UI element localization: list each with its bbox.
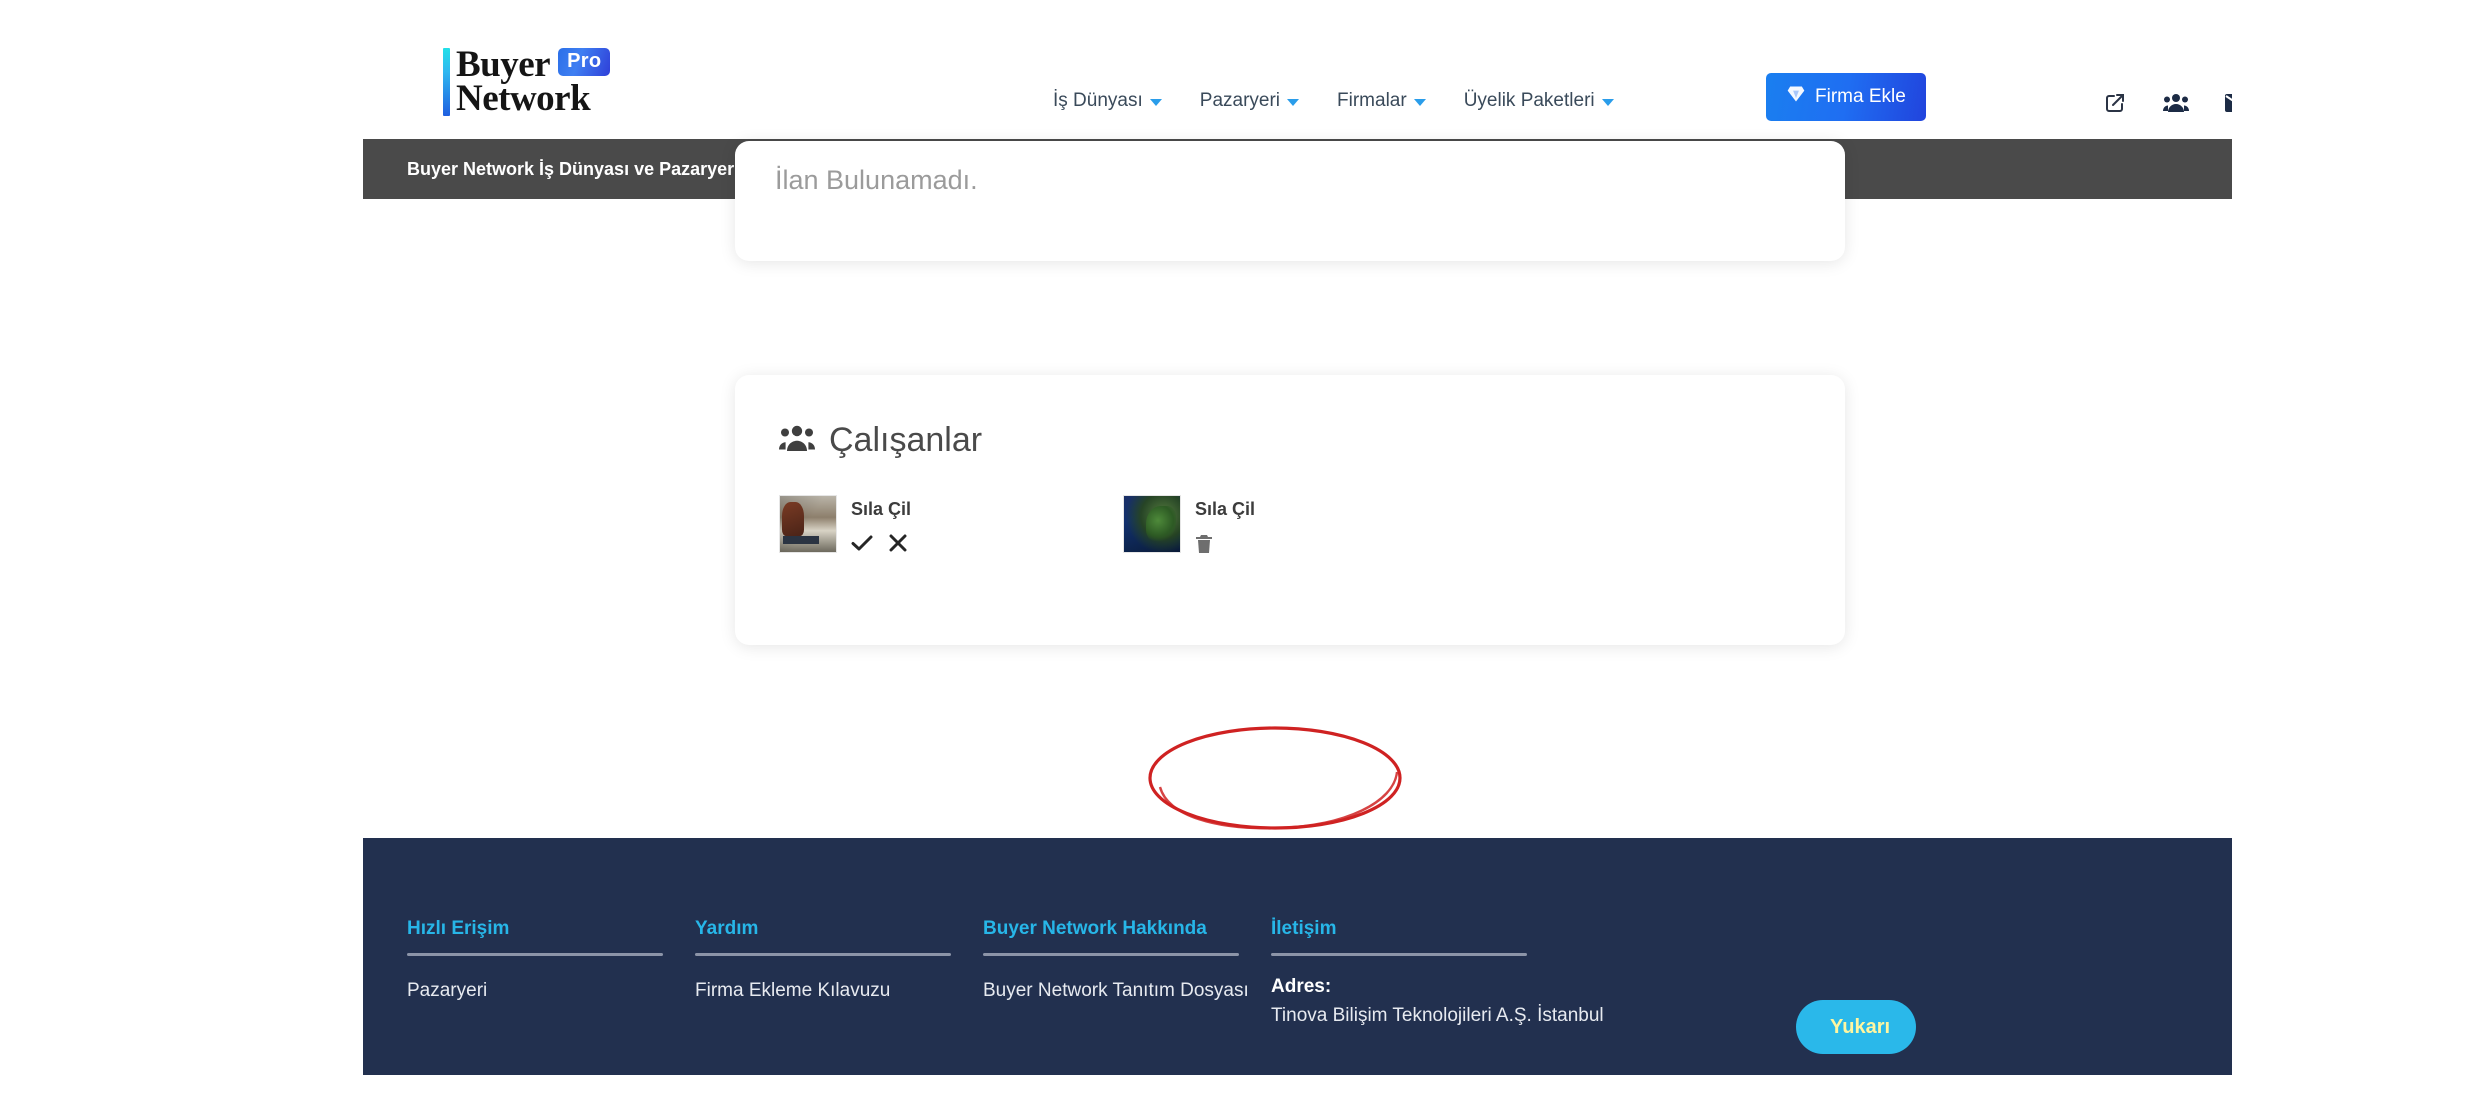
nav-item-is-dunyasi[interactable]: İş Dünyası	[1053, 90, 1162, 112]
footer-link-tanitim-dosyasi[interactable]: Buyer Network Tanıtım Dosyası	[983, 980, 1249, 1002]
footer-column-iletisim: İletişim Adres: Tinova Bilişim Teknoloji…	[1271, 918, 1604, 1027]
footer-column-yardim: Yardım Firma Ekleme Kılavuzu	[695, 918, 983, 1027]
employee-card-2[interactable]: Sıla Çil	[1123, 495, 1255, 554]
external-link-icon[interactable]	[2103, 91, 2127, 115]
header-icon-bar: Sıla Çil	[2103, 80, 2232, 126]
employee-photo	[1123, 495, 1182, 553]
chevron-down-icon	[1413, 99, 1426, 106]
breadcrumb-company: Buyer Network İş Dünyası ve Pazaryeri	[407, 158, 740, 179]
employee-name: Sıla Çil	[851, 499, 912, 519]
employee-photo	[779, 495, 837, 553]
nav-item-label: Üyelik Paketleri	[1463, 90, 1595, 111]
logo-line-2: Network	[456, 78, 591, 120]
footer-divider	[695, 953, 951, 956]
employee-info: Sıla Çil	[851, 495, 911, 552]
logo-pro-badge: Pro	[558, 48, 611, 77]
reject-icon[interactable]	[889, 534, 907, 552]
footer-column-title: İletişim	[1271, 918, 1337, 939]
employee-actions	[1195, 534, 1255, 554]
nav-item-firmalar[interactable]: Firmalar	[1337, 90, 1426, 112]
footer-column-title: Yardım	[695, 918, 759, 939]
footer-link-pazaryeri[interactable]: Pazaryeri	[407, 980, 663, 1002]
gem-icon	[1786, 84, 1806, 110]
footer-column-title: Buyer Network Hakkında	[983, 918, 1207, 939]
nav-item-label: Pazaryeri	[1199, 90, 1281, 111]
users-group-icon	[779, 423, 815, 458]
employee-actions	[851, 534, 911, 552]
footer-address-label: Adres:	[1271, 976, 1332, 997]
logo-line-1: Buyer	[456, 44, 551, 85]
site-header: Buyer Pro Network İş Dünyası Pazaryeri F…	[363, 0, 2232, 152]
footer-divider	[1271, 953, 1527, 956]
red-ellipse-annotation	[1148, 726, 1402, 830]
employees-card: Çalışanlar Sıla Çil Sıla Çil	[735, 375, 1845, 645]
employee-name: Sıla Çil	[1195, 499, 1256, 519]
site-footer: Hızlı Erişim Pazaryeri Yardım Firma Ekle…	[363, 838, 2232, 1075]
nav-item-label: İş Dünyası	[1053, 90, 1143, 111]
jobs-empty-message: İlan Bulunamadı.	[775, 165, 978, 195]
nav-item-pazaryeri[interactable]: Pazaryeri	[1199, 90, 1300, 112]
footer-column-hakkinda: Buyer Network Hakkında Buyer Network Tan…	[983, 918, 1271, 1027]
add-company-label: Firma Ekle	[1815, 86, 1906, 107]
main-navigation: İş Dünyası Pazaryeri Firmalar Üyelik Pak…	[1053, 90, 1614, 112]
employees-section-header: Çalışanlar	[779, 421, 982, 460]
nav-item-label: Firmalar	[1337, 90, 1407, 111]
footer-divider	[983, 953, 1239, 956]
employee-info: Sıla Çil	[1195, 495, 1255, 554]
logo-wordmark: Buyer Pro Network	[456, 44, 611, 120]
nav-item-uyelik-paketleri[interactable]: Üyelik Paketleri	[1464, 90, 1614, 112]
footer-divider	[407, 953, 663, 956]
add-company-button[interactable]: Firma Ekle	[1766, 73, 1926, 121]
footer-columns: Hızlı Erişim Pazaryeri Yardım Firma Ekle…	[407, 918, 1604, 1027]
envelope-icon[interactable]	[2225, 93, 2232, 113]
users-group-icon[interactable]	[2163, 91, 2189, 115]
chevron-down-icon	[1287, 99, 1300, 106]
footer-link-firma-ekleme-kilavuzu[interactable]: Firma Ekleme Kılavuzu	[695, 980, 951, 1002]
employees-section-title: Çalışanlar	[829, 421, 983, 459]
footer-address-value: Tinova Bilişim Teknolojileri A.Ş. İstanb…	[1271, 1005, 1604, 1026]
site-logo[interactable]: Buyer Pro Network	[443, 44, 611, 120]
logo-accent-bar	[443, 48, 450, 117]
scroll-to-top-button[interactable]: Yukarı	[1796, 1000, 1916, 1054]
employee-list: Sıla Çil Sıla Çil	[779, 495, 1255, 554]
chevron-down-icon	[1149, 99, 1162, 106]
chevron-down-icon	[1601, 99, 1614, 106]
delete-icon[interactable]	[1195, 534, 1213, 554]
screenshot-root: Buyer Pro Network İş Dünyası Pazaryeri F…	[0, 0, 2479, 1109]
employee-card-1[interactable]: Sıla Çil	[779, 495, 911, 554]
job-listings-card: İlan Bulunamadı.	[735, 141, 1845, 261]
footer-column-hizli-erisim: Hızlı Erişim Pazaryeri	[407, 918, 695, 1027]
browser-viewport: Buyer Pro Network İş Dünyası Pazaryeri F…	[363, 0, 2232, 1075]
footer-column-title: Hızlı Erişim	[407, 918, 510, 939]
approve-icon[interactable]	[851, 534, 873, 552]
